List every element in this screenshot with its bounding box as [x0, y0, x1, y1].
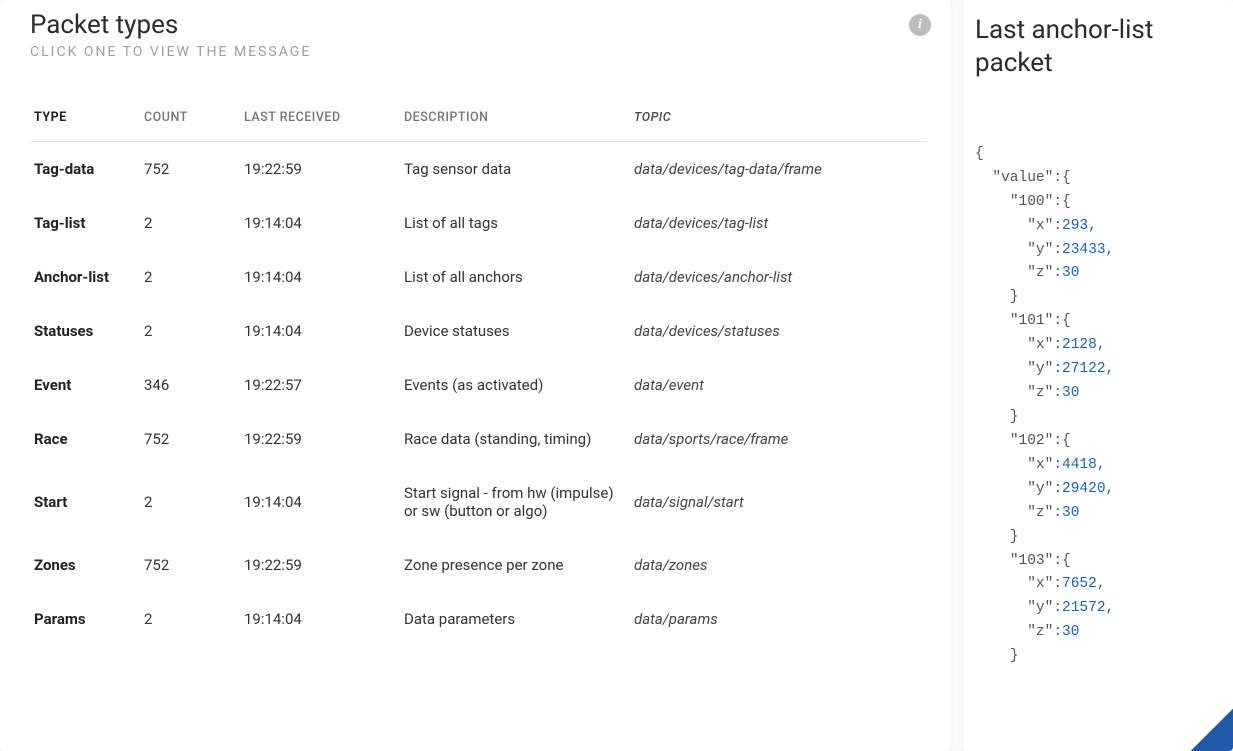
cell-type: Statuses — [30, 304, 140, 358]
cell-topic: data/devices/tag-list — [630, 196, 927, 250]
cell-last-received: 19:22:57 — [240, 358, 400, 412]
cell-topic: data/event — [630, 358, 927, 412]
header-count: COUNT — [140, 100, 240, 142]
cell-description: Events (as activated) — [400, 358, 630, 412]
cell-last-received: 19:14:04 — [240, 592, 400, 646]
header-last-received: LAST RECEIVED — [240, 100, 400, 142]
cell-description: Zone presence per zone — [400, 538, 630, 592]
cell-count: 2 — [140, 304, 240, 358]
table-row[interactable]: Zones75219:22:59Zone presence per zoneda… — [30, 538, 927, 592]
json-viewer: { "value":{ "100":{ "x":293, "y":23433, … — [975, 95, 1221, 717]
cell-type: Zones — [30, 538, 140, 592]
cell-type: Race — [30, 412, 140, 466]
table-row[interactable]: Event34619:22:57Events (as activated)dat… — [30, 358, 927, 412]
panel-title: Packet types — [30, 10, 927, 40]
table-row[interactable]: Tag-list219:14:04List of all tagsdata/de… — [30, 196, 927, 250]
cell-count: 2 — [140, 466, 240, 538]
cell-count: 2 — [140, 592, 240, 646]
cell-type: Tag-data — [30, 142, 140, 197]
panel-subtitle: CLICK ONE TO VIEW THE MESSAGE — [30, 44, 927, 60]
cell-last-received: 19:22:59 — [240, 538, 400, 592]
cell-last-received: 19:14:04 — [240, 196, 400, 250]
cell-count: 346 — [140, 358, 240, 412]
cell-description: Start signal - from hw (impulse) or sw (… — [400, 466, 630, 538]
header-description: DESCRIPTION — [400, 100, 630, 142]
cell-count: 752 — [140, 142, 240, 197]
info-icon[interactable]: i — [909, 14, 931, 36]
cell-count: 752 — [140, 538, 240, 592]
cell-topic: data/devices/tag-data/frame — [630, 142, 927, 197]
cell-description: List of all anchors — [400, 250, 630, 304]
cell-type: Start — [30, 466, 140, 538]
cell-topic: data/sports/race/frame — [630, 412, 927, 466]
cell-last-received: 19:22:59 — [240, 142, 400, 197]
cell-type: Event — [30, 358, 140, 412]
table-row[interactable]: Tag-data75219:22:59Tag sensor datadata/d… — [30, 142, 927, 197]
cell-topic: data/devices/statuses — [630, 304, 927, 358]
cell-description: Data parameters — [400, 592, 630, 646]
cell-topic: data/devices/anchor-list — [630, 250, 927, 304]
header-type: TYPE — [30, 100, 140, 142]
cell-topic: data/params — [630, 592, 927, 646]
cell-type: Params — [30, 592, 140, 646]
cell-last-received: 19:22:59 — [240, 412, 400, 466]
table-row[interactable]: Start219:14:04Start signal - from hw (im… — [30, 466, 927, 538]
header-topic: TOPIC — [630, 100, 927, 142]
cell-description: Device statuses — [400, 304, 630, 358]
cell-description: Race data (standing, timing) — [400, 412, 630, 466]
cell-type: Anchor-list — [30, 250, 140, 304]
cell-last-received: 19:14:04 — [240, 466, 400, 538]
cell-description: List of all tags — [400, 196, 630, 250]
cell-count: 752 — [140, 412, 240, 466]
cell-topic: data/zones — [630, 538, 927, 592]
table-header-row: TYPE COUNT LAST RECEIVED DESCRIPTION TOP… — [30, 100, 927, 142]
table-row[interactable]: Statuses219:14:04Device statusesdata/dev… — [30, 304, 927, 358]
table-row[interactable]: Race75219:22:59Race data (standing, timi… — [30, 412, 927, 466]
cell-type: Tag-list — [30, 196, 140, 250]
packet-types-panel: i Packet types CLICK ONE TO VIEW THE MES… — [0, 0, 951, 751]
cell-count: 2 — [140, 196, 240, 250]
table-row[interactable]: Params219:14:04Data parametersdata/param… — [30, 592, 927, 646]
packet-detail-panel: Last anchor-list packet { "value":{ "100… — [963, 0, 1233, 751]
cell-last-received: 19:14:04 — [240, 304, 400, 358]
packet-types-table: TYPE COUNT LAST RECEIVED DESCRIPTION TOP… — [30, 100, 927, 646]
cell-description: Tag sensor data — [400, 142, 630, 197]
cell-count: 2 — [140, 250, 240, 304]
cell-topic: data/signal/start — [630, 466, 927, 538]
table-row[interactable]: Anchor-list219:14:04List of all anchorsd… — [30, 250, 927, 304]
detail-title: Last anchor-list packet — [975, 14, 1221, 79]
cell-last-received: 19:14:04 — [240, 250, 400, 304]
